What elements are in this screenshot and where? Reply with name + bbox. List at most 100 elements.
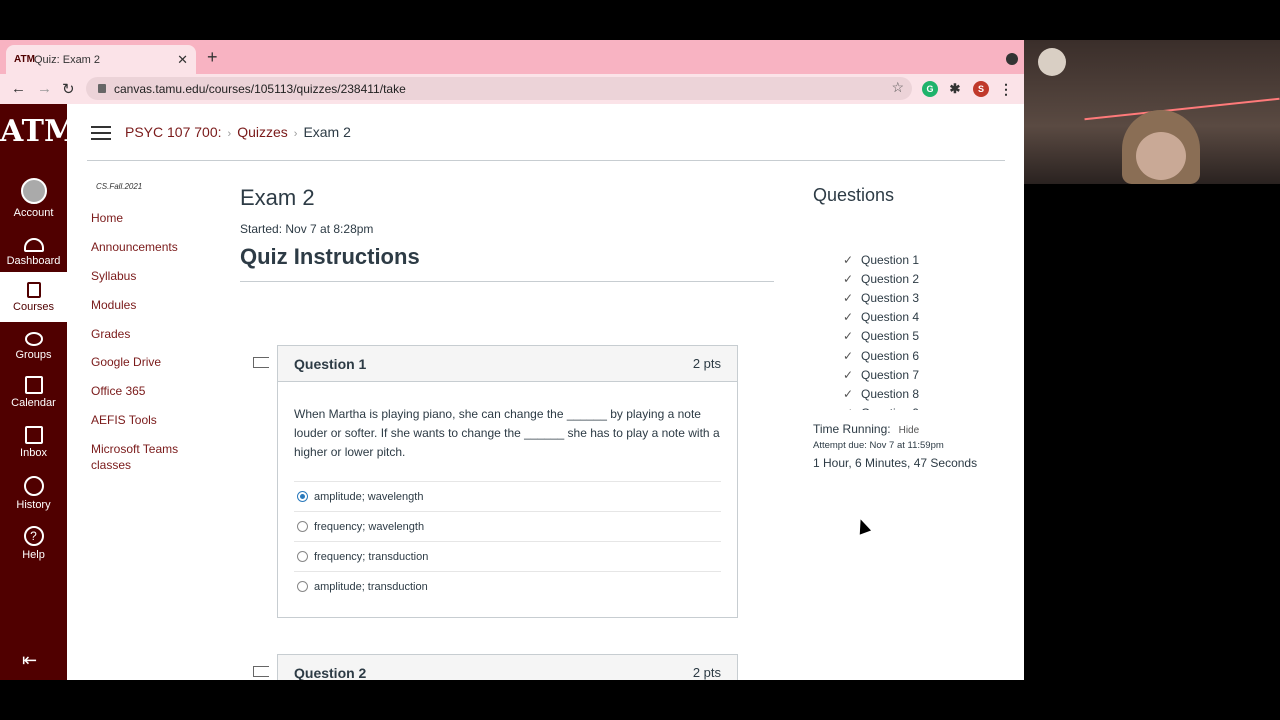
question-nav-label: Question 8: [861, 386, 920, 401]
course-nav-home[interactable]: Home: [91, 210, 201, 226]
course-nav-syllabus[interactable]: Syllabus: [91, 268, 201, 284]
breadcrumb-current: Exam 2: [303, 124, 351, 140]
answer-option[interactable]: frequency; wavelength: [294, 511, 721, 541]
global-nav-account[interactable]: Account: [0, 178, 67, 219]
course-nav-announcements[interactable]: Announcements: [91, 239, 201, 255]
quiz-started-time: Started: Nov 7 at 8:28pm: [240, 222, 374, 236]
mouse-cursor: [854, 517, 872, 535]
global-nav-history[interactable]: History: [0, 476, 67, 511]
forward-icon[interactable]: →: [37, 80, 52, 97]
answered-check-icon: ✓: [843, 329, 854, 344]
global-nav: ATM Account Dashboard Courses Groups Cal…: [0, 104, 77, 680]
question-nav-item[interactable]: ✓ Question 2: [843, 269, 919, 288]
global-nav-dashboard[interactable]: Dashboard: [0, 238, 67, 267]
course-nav-office-365[interactable]: Office 365: [91, 383, 201, 399]
radio-button[interactable]: [297, 521, 308, 532]
question-card: Question 2 2 pts: [277, 654, 738, 680]
help-icon: ?: [23, 526, 44, 546]
radio-button[interactable]: [297, 551, 308, 562]
global-nav-groups[interactable]: Groups: [0, 332, 67, 361]
radio-button[interactable]: [297, 491, 308, 502]
answer-option[interactable]: frequency; transduction: [294, 541, 721, 571]
global-nav-help[interactable]: ? Help: [0, 526, 67, 561]
question-nav-label: Question 6: [861, 348, 920, 363]
question-nav-item[interactable]: ✓ Question 4: [843, 308, 919, 327]
question-title: Question 2: [294, 664, 367, 681]
course-nav-microsoft-teams[interactable]: Microsoft Teams classes: [91, 441, 201, 473]
browser-tab[interactable]: ATM Quiz: Exam 2 ✕: [6, 45, 196, 74]
groups-icon: [24, 332, 43, 346]
question-nav-item[interactable]: ✓ Question 9: [843, 404, 919, 410]
browser-menu-icon[interactable]: ⋮: [998, 81, 1014, 97]
dashboard-icon: [23, 238, 44, 252]
question-nav-list: ✓ Question 1 ✓ Question 2 ✓ Question 3 ✓ Questi…: [843, 250, 919, 410]
close-tab-icon[interactable]: ✕: [177, 52, 188, 68]
course-nav-modules[interactable]: Modules: [91, 297, 201, 313]
tab-search-icon[interactable]: [1006, 53, 1018, 65]
answer-option[interactable]: amplitude; transduction: [294, 571, 721, 601]
global-nav-courses[interactable]: Courses: [0, 272, 67, 322]
page-title: Exam 2: [240, 185, 315, 210]
lock-icon: [98, 84, 106, 93]
tab-favicon: ATM: [14, 54, 35, 65]
profile-avatar[interactable]: S: [973, 81, 989, 97]
question-nav-item[interactable]: ✓ Question 5: [843, 327, 919, 346]
global-nav-label: Calendar: [11, 397, 56, 409]
url-text: canvas.tamu.edu/courses/105113/quizzes/2…: [114, 81, 406, 96]
radio-button[interactable]: [297, 581, 308, 592]
back-icon[interactable]: ←: [11, 80, 26, 97]
question-nav-label: Question 4: [861, 310, 920, 325]
collapse-nav-icon[interactable]: ⇤: [22, 650, 37, 671]
question-text: When Martha is playing piano, she can ch…: [294, 407, 720, 459]
grammarly-extension-icon[interactable]: G: [922, 81, 938, 97]
address-bar[interactable]: canvas.tamu.edu/courses/105113/quizzes/2…: [86, 77, 912, 100]
global-nav-calendar[interactable]: Calendar: [0, 376, 67, 409]
answer-label: frequency; wavelength: [314, 520, 425, 533]
breadcrumb-course[interactable]: PSYC 107 700:: [125, 124, 222, 140]
question-nav-item[interactable]: ✓ Question 7: [843, 365, 919, 384]
question-nav-item[interactable]: ✓ Question 8: [843, 384, 919, 403]
bookmark-star-icon[interactable]: ☆: [891, 79, 904, 96]
reload-icon[interactable]: ↻: [62, 80, 75, 98]
answered-check-icon: ✓: [843, 271, 854, 286]
question-nav-label: Question 2: [861, 271, 920, 286]
questions-heading: Questions: [813, 185, 895, 205]
course-nav-aefis-tools[interactable]: AEFIS Tools: [91, 412, 201, 428]
question-nav-label: Question 9: [861, 406, 919, 410]
time-running-label: Time Running:: [813, 422, 891, 436]
answer-list: amplitude; wavelength frequency; wavelen…: [294, 481, 721, 601]
global-nav-label: Inbox: [20, 447, 47, 459]
time-running-row: Time Running: Hide: [813, 422, 919, 436]
question-header: Question 1 2 pts: [278, 346, 737, 382]
answer-option[interactable]: amplitude; wavelength: [294, 481, 721, 511]
answered-check-icon: ✓: [843, 367, 854, 382]
timer-value: 1 Hour, 6 Minutes, 47 Seconds: [813, 456, 978, 470]
question-nav-item[interactable]: ✓ Question 1: [843, 250, 919, 269]
history-icon: [23, 476, 44, 496]
hide-timer-link[interactable]: Hide: [899, 425, 920, 436]
answer-label: amplitude; wavelength: [314, 490, 424, 503]
global-nav-label: Courses: [13, 301, 54, 313]
question-nav-item[interactable]: ✓ Question 3: [843, 288, 919, 307]
tamu-logo[interactable]: ATM: [0, 112, 77, 152]
course-nav-grades[interactable]: Grades: [91, 326, 201, 342]
calendar-icon: [24, 376, 43, 394]
global-nav-inbox[interactable]: Inbox: [0, 426, 67, 459]
answered-check-icon: ✓: [843, 310, 854, 325]
course-menu-hamburger-icon[interactable]: [91, 126, 111, 144]
question-header: Question 2 2 pts: [278, 655, 737, 680]
breadcrumb-quizzes[interactable]: Quizzes: [237, 124, 288, 140]
header-divider: [87, 160, 1005, 161]
answer-label: frequency; transduction: [314, 550, 429, 563]
flag-question-icon[interactable]: [253, 357, 269, 368]
question-nav-label: Question 7: [861, 367, 920, 382]
extensions-puzzle-icon[interactable]: ✱: [947, 81, 963, 97]
flag-question-icon[interactable]: [253, 666, 269, 677]
course-nav-google-drive[interactable]: Google Drive: [91, 354, 201, 370]
breadcrumb: PSYC 107 700: › Quizzes › Exam 2: [125, 124, 351, 140]
tab-strip: ATM Quiz: Exam 2 ✕ +: [0, 40, 1024, 74]
question-nav-item[interactable]: ✓ Question 6: [843, 346, 919, 365]
account-icon: [20, 178, 47, 204]
answer-label: amplitude; transduction: [314, 580, 428, 593]
new-tab-icon[interactable]: +: [207, 47, 218, 68]
